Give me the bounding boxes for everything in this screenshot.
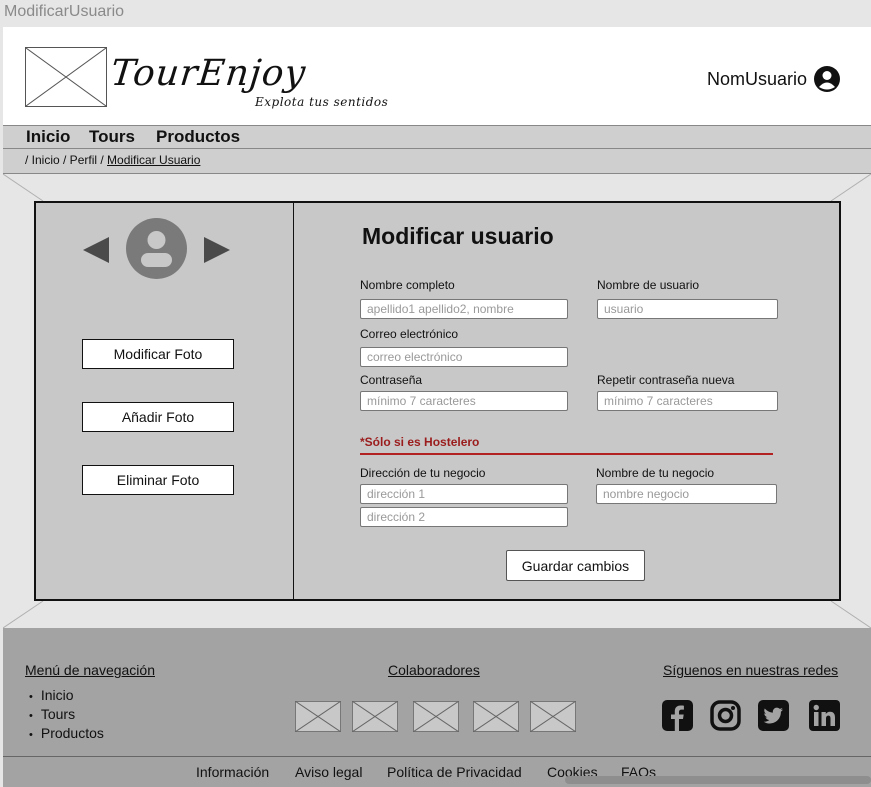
address-label: Dirección de tu negocio (360, 466, 486, 480)
site-header: TourEnjoy Explota tus sentidos NomUsuari… (3, 27, 871, 125)
breadcrumb: / Inicio / Perfil / Modificar Usuario (3, 149, 871, 174)
password-input[interactable] (360, 391, 568, 411)
hostelero-divider (360, 453, 773, 455)
business-name-input[interactable] (596, 484, 777, 504)
password-repeat-input[interactable] (597, 391, 778, 411)
footer-nav-heading[interactable]: Menú de navegación (25, 662, 155, 678)
breadcrumb-path[interactable]: / Inicio / Perfil / (25, 153, 107, 167)
window-title: ModificarUsuario (4, 3, 125, 20)
hostelero-note: *Sólo si es Hostelero (360, 435, 480, 449)
address-2-input[interactable] (360, 507, 568, 527)
password-repeat-label: Repetir contraseña nueva (597, 373, 735, 387)
footer-nav-item-productos[interactable]: Productos (29, 725, 104, 744)
legal-notice-link[interactable]: Aviso legal (295, 764, 362, 780)
privacy-policy-link[interactable]: Política de Privacidad (387, 764, 522, 780)
horizontal-scrollbar[interactable] (565, 776, 871, 784)
email-input[interactable] (360, 347, 568, 367)
collaborator-logo-placeholder-icon[interactable] (352, 701, 398, 732)
collaborator-logo-placeholder-icon[interactable] (530, 701, 576, 732)
username-label-field: Nombre de usuario (597, 278, 700, 292)
modify-photo-button[interactable]: Modificar Foto (82, 339, 234, 369)
email-label: Correo electrónico (360, 327, 459, 341)
footer-nav-item-inicio[interactable]: Inicio (29, 687, 104, 706)
image-placeholder-icon (25, 47, 107, 107)
previous-photo-arrow-icon[interactable] (83, 237, 109, 263)
business-name-label: Nombre de tu negocio (596, 466, 715, 480)
full-name-input[interactable] (360, 299, 568, 319)
site-footer: Menú de navegación Inicio Tours Producto… (3, 628, 871, 756)
add-photo-button[interactable]: Añadir Foto (82, 402, 234, 432)
address-1-input[interactable] (360, 484, 568, 504)
delete-photo-button[interactable]: Eliminar Foto (82, 465, 234, 495)
collaborator-logo-placeholder-icon[interactable] (295, 701, 341, 732)
facebook-icon[interactable] (662, 700, 693, 731)
full-name-label: Nombre completo (360, 278, 455, 292)
username-input[interactable] (597, 299, 778, 319)
photo-panel: Modificar Foto Añadir Foto Eliminar Foto (34, 201, 294, 601)
profile-avatar-icon (126, 218, 187, 279)
nav-item-tours[interactable]: Tours (89, 127, 135, 147)
linkedin-icon[interactable] (809, 700, 840, 731)
password-label: Contraseña (360, 373, 423, 387)
collaborator-logo-placeholder-icon[interactable] (473, 701, 519, 732)
user-account-icon (814, 66, 840, 92)
footer-nav-list: Inicio Tours Productos (29, 687, 104, 744)
nav-item-inicio[interactable]: Inicio (26, 127, 70, 147)
nav-item-productos[interactable]: Productos (156, 127, 240, 147)
info-link[interactable]: Información (196, 764, 269, 780)
user-menu[interactable]: NomUsuario (707, 65, 841, 93)
brand-name[interactable]: TourEnjoy (109, 53, 308, 94)
next-photo-arrow-icon[interactable] (204, 237, 230, 263)
twitter-icon[interactable] (758, 700, 789, 731)
footer-collab-heading[interactable]: Colaboradores (388, 662, 480, 678)
footer-social-heading[interactable]: Síguenos en nuestras redes (663, 662, 838, 678)
save-changes-button[interactable]: Guardar cambios (506, 550, 645, 581)
brand-slogan: Explota tus sentidos (255, 95, 389, 109)
username-label: NomUsuario (706, 68, 807, 89)
user-form-panel: Modificar usuario Nombre completo Nombre… (293, 201, 841, 601)
instagram-icon[interactable] (710, 700, 741, 731)
breadcrumb-current[interactable]: Modificar Usuario (107, 153, 200, 167)
form-title: Modificar usuario (362, 223, 554, 249)
collaborator-logo-placeholder-icon[interactable] (413, 701, 459, 732)
footer-nav-item-tours[interactable]: Tours (29, 706, 104, 725)
logo-placeholder-image[interactable] (25, 47, 107, 107)
main-nav: Inicio Tours Productos (3, 125, 871, 149)
